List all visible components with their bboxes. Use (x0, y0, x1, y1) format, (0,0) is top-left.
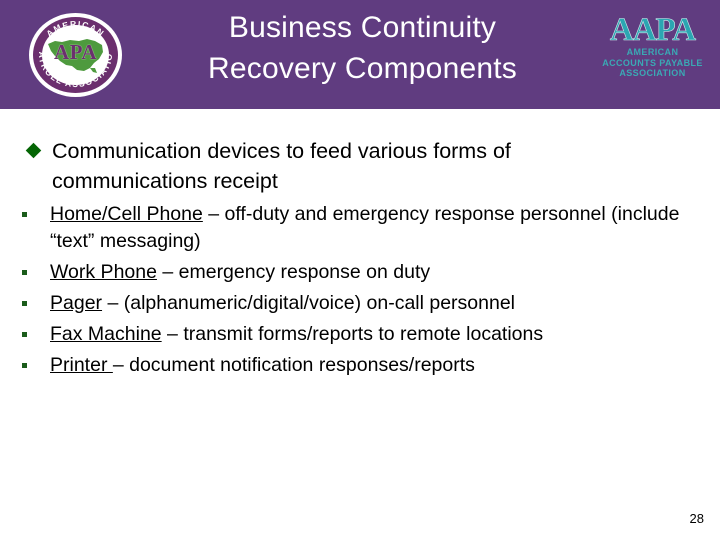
aapa-logo: AAPA AMERICAN ACCOUNTS PAYABLE ASSOCIATI… (599, 12, 706, 83)
apa-logo-arc-text: AMERICAN PAYROLL ASSOCIATION (29, 13, 113, 89)
slide-title: Business Continuity Recovery Components (140, 7, 585, 89)
sub-bullet-term: Fax Machine (50, 323, 162, 345)
main-bullet-text: Communication devices to feed various fo… (52, 139, 511, 193)
slide-body: Communication devices to feed various fo… (0, 109, 720, 540)
aapa-logo-subtitle: AMERICAN ACCOUNTS PAYABLE ASSOCIATION (599, 47, 706, 79)
sub-bullet-term: Printer (50, 354, 113, 376)
sub-bullet-item: Home/Cell Phone – off-duty and emergency… (0, 201, 700, 255)
sub-bullet-description: – document notification responses/report… (112, 354, 475, 376)
aapa-logo-subtitle-line-1: AMERICAN (626, 47, 679, 57)
slide-title-line-2: Recovery Components (208, 52, 517, 85)
bullet-list: Communication devices to feed various fo… (0, 136, 700, 383)
sub-bullet-item: Printer – document notification response… (0, 352, 700, 379)
sub-bullet-item: Pager – (alphanumeric/digital/voice) on-… (0, 290, 700, 317)
dot-bullet-icon (22, 212, 27, 217)
sub-bullet-description: – (alphanumeric/digital/voice) on-call p… (102, 292, 516, 314)
aapa-logo-subtitle-line-2: ACCOUNTS PAYABLE (602, 57, 703, 68)
apa-logo-arc-top-text: AMERICAN (44, 19, 106, 39)
sub-bullet-item: Work Phone – emergency response on duty (0, 259, 700, 286)
apa-logo: APA AMERICAN PAYROLL ASSOCIATION (29, 13, 122, 97)
dot-bullet-icon (22, 270, 27, 275)
aapa-logo-wordmark: AAPA (609, 12, 697, 48)
sub-bullet-term: Work Phone (50, 261, 157, 283)
slide-title-line-1: Business Continuity (228, 11, 497, 44)
aapa-logo-subtitle-line-3: ASSOCIATION (619, 68, 686, 78)
sub-bullet-term: Home/Cell Phone (50, 203, 203, 225)
sub-bullet-description: – transmit forms/reports to remote locat… (161, 323, 544, 345)
slide: APA AMERICAN PAYROLL ASSOCIATION Busines… (0, 0, 720, 540)
main-bullet-item: Communication devices to feed various fo… (0, 136, 700, 196)
page-number: 28 (689, 511, 704, 526)
dot-bullet-icon (22, 332, 27, 337)
sub-bullet-term: Pager (50, 292, 103, 314)
dot-bullet-icon (22, 363, 27, 368)
slide-header-band: APA AMERICAN PAYROLL ASSOCIATION Busines… (0, 0, 720, 109)
sub-bullet-description: – emergency response on duty (156, 261, 431, 283)
sub-bullet-item: Fax Machine – transmit forms/reports to … (0, 321, 700, 348)
dot-bullet-icon (22, 301, 27, 306)
diamond-bullet-icon (25, 142, 42, 159)
